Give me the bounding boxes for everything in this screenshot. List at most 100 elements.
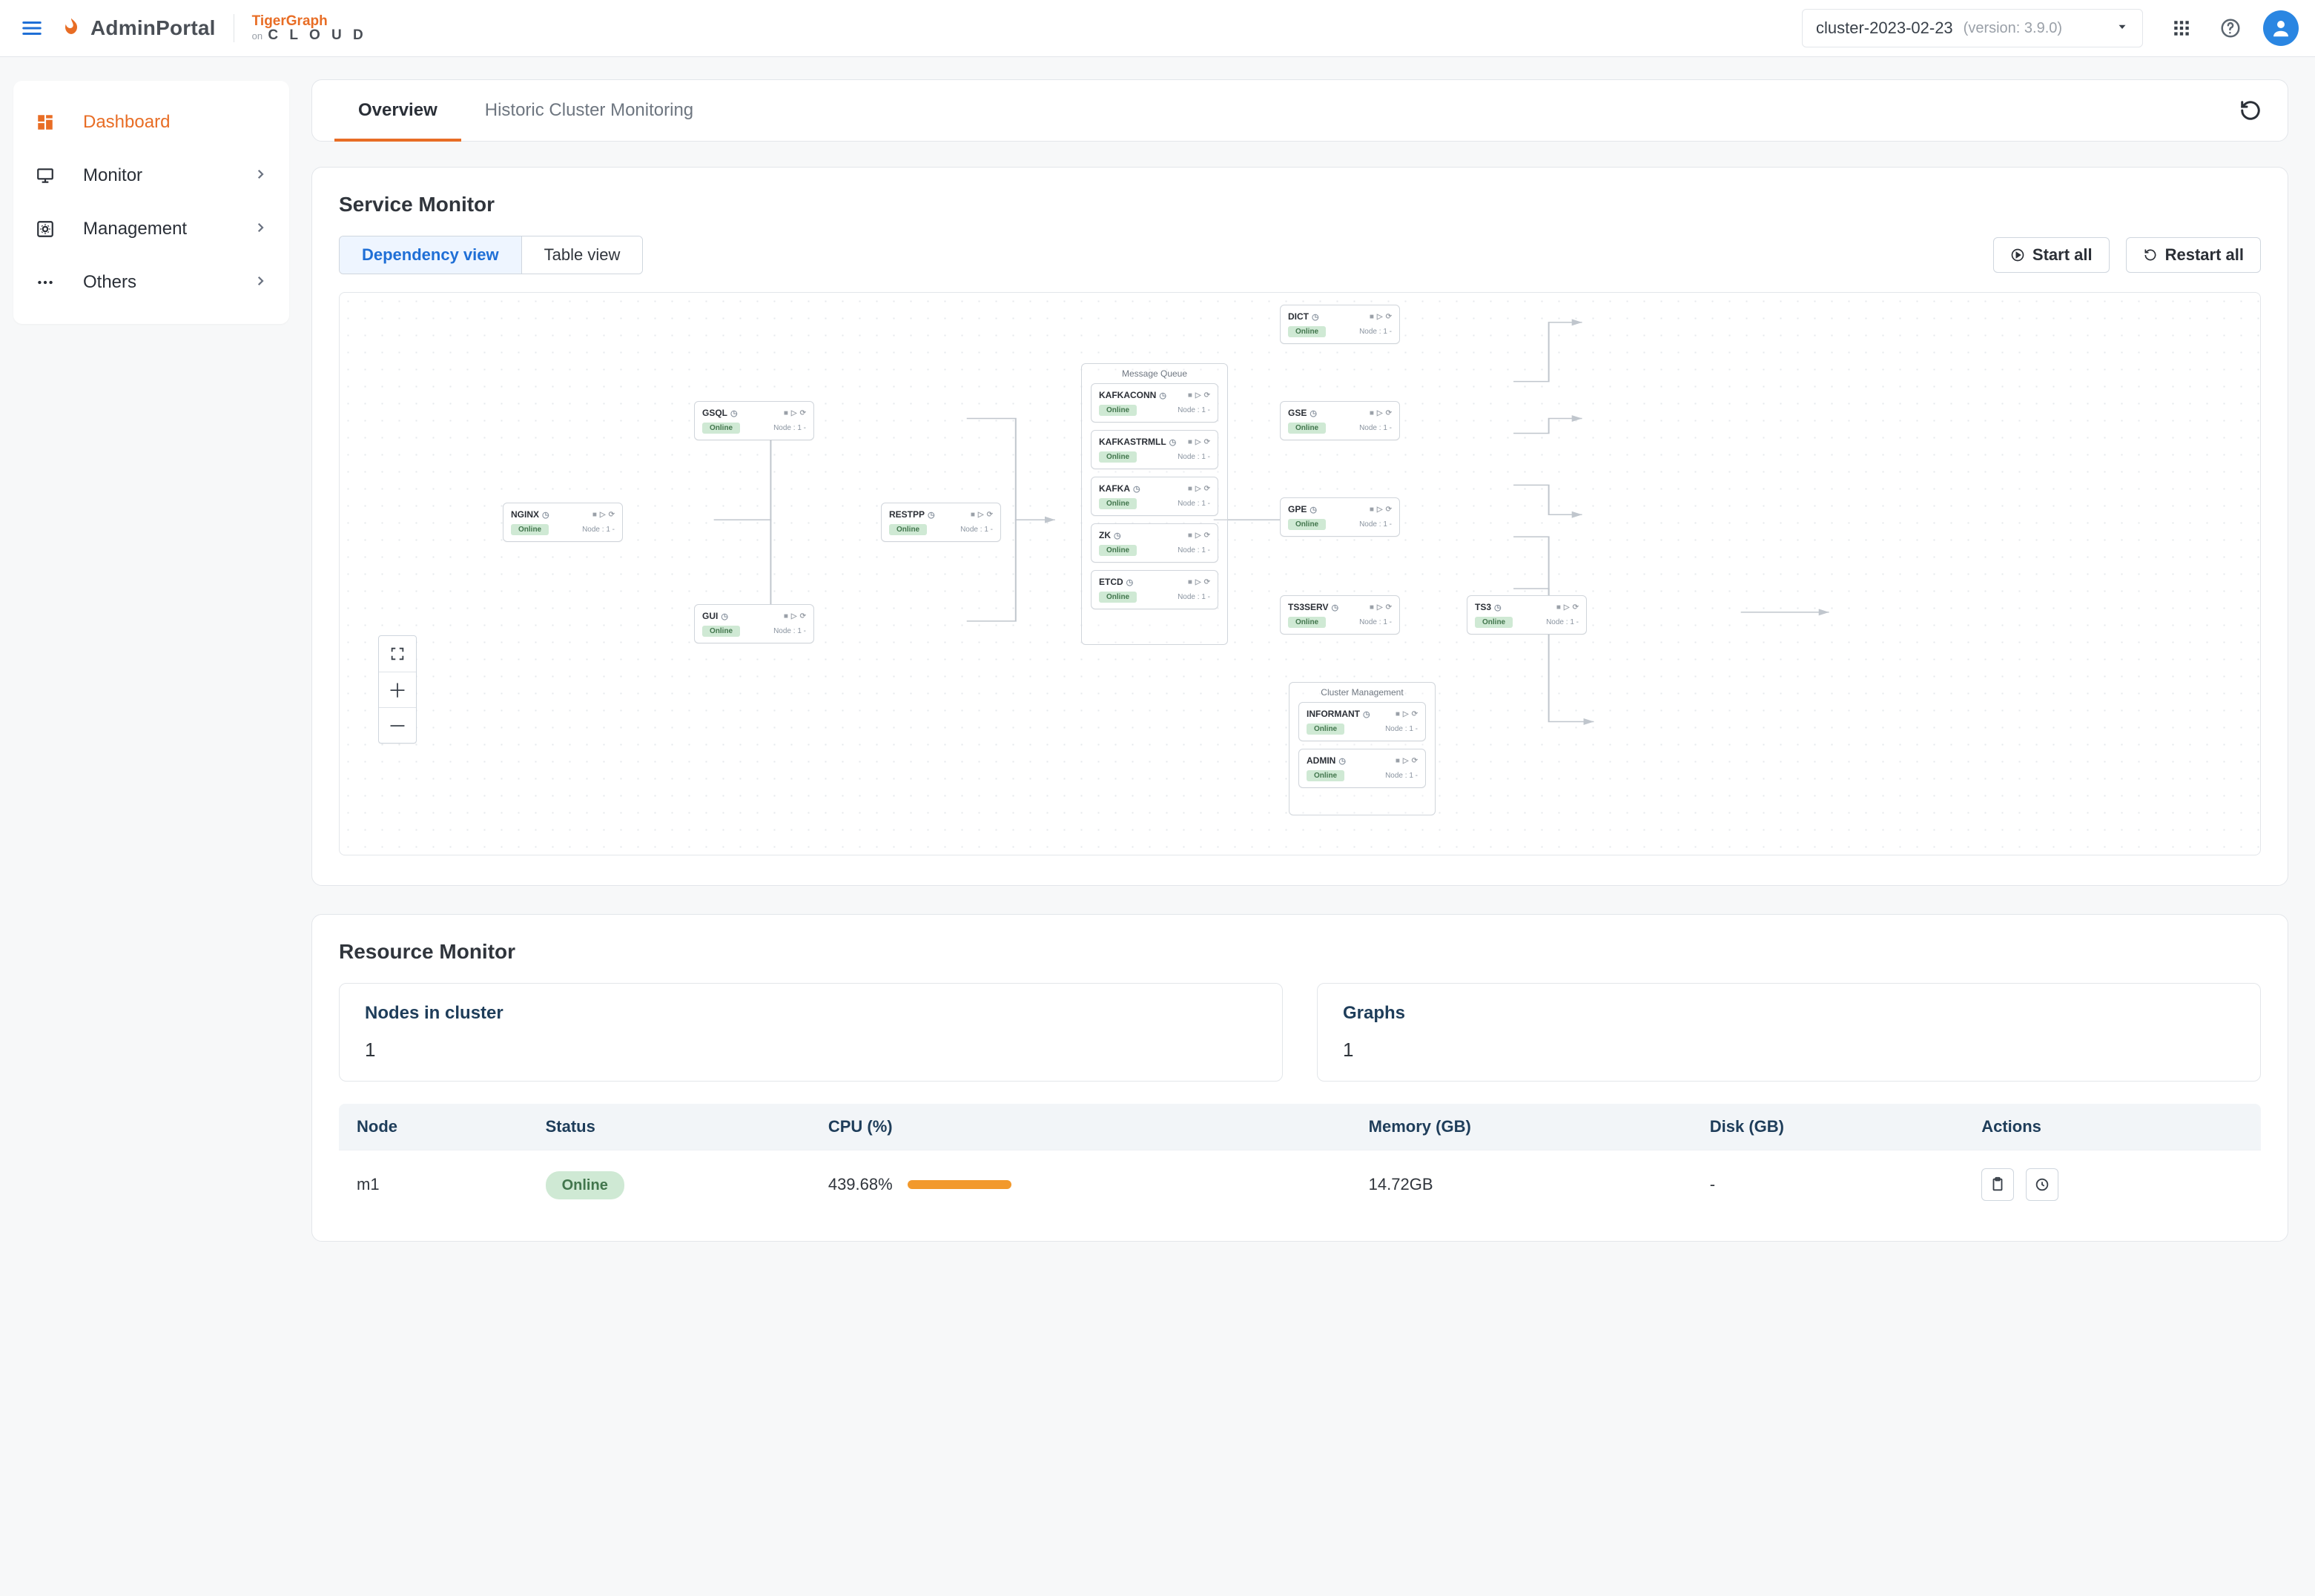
help-icon <box>2219 17 2242 39</box>
person-icon <box>2270 17 2292 39</box>
menu-toggle-button[interactable] <box>16 13 47 44</box>
nodes-count-title: Nodes in cluster <box>365 1003 1257 1024</box>
service-node-informant[interactable]: INFORMANT◷■▷⟳ OnlineNode : 1 - <box>1298 702 1426 741</box>
service-stop-icon[interactable]: ■ <box>971 511 975 519</box>
service-node-ts3[interactable]: TS3◷■▷⟳ OnlineNode : 1 - <box>1467 595 1587 635</box>
service-monitor-panel: Service Monitor Dependency view Table vi… <box>311 167 2288 886</box>
service-play-icon[interactable]: ▷ <box>791 612 797 620</box>
graphs-count-card: Graphs 1 <box>1317 983 2261 1082</box>
chevron-right-icon <box>254 219 267 239</box>
service-node-gsql[interactable]: GSQL◷■▷⟳ OnlineNode : 1 - <box>694 401 814 440</box>
nodes-count-value: 1 <box>365 1039 1257 1062</box>
service-node-zk[interactable]: ZK◷■▷⟳ OnlineNode : 1 - <box>1091 523 1218 563</box>
service-stop-icon[interactable]: ■ <box>592 511 597 519</box>
brand-mark-icon <box>59 16 83 40</box>
view-toggle-table[interactable]: Table view <box>521 236 643 274</box>
col-memory: Memory (GB) <box>1351 1104 1692 1150</box>
monitor-icon <box>36 166 62 185</box>
sidebar-item-label: Management <box>83 219 187 239</box>
nodes-count-card: Nodes in cluster 1 <box>339 983 1283 1082</box>
clock-icon <box>2034 1176 2050 1193</box>
cell-disk: - <box>1692 1150 1964 1219</box>
brand-cloud-text: TigerGraph on C L O U D <box>252 14 367 42</box>
service-restart-icon[interactable]: ⟳ <box>800 612 806 620</box>
ellipsis-icon <box>36 273 62 292</box>
service-node-kafkastrmll[interactable]: KAFKASTRMLL◷■▷⟳ OnlineNode : 1 - <box>1091 430 1218 469</box>
table-row: m1 Online 439.68% 14.72GB - <box>339 1150 2261 1219</box>
sidebar-item-management[interactable]: Management <box>13 202 289 256</box>
resource-monitor-title: Resource Monitor <box>339 940 2261 964</box>
status-badge: Online <box>546 1171 624 1199</box>
help-button[interactable] <box>2214 12 2247 44</box>
cluster-version: (version: 3.9.0) <box>1964 20 2062 37</box>
refresh-button[interactable] <box>2236 96 2265 125</box>
user-avatar-button[interactable] <box>2263 10 2299 46</box>
gear-box-icon <box>36 219 62 239</box>
restart-all-button[interactable]: Restart all <box>2126 237 2261 273</box>
play-icon <box>2010 248 2025 262</box>
service-group-cluster-management: Cluster Management INFORMANT◷■▷⟳ OnlineN… <box>1289 682 1436 815</box>
service-node-ts3serv[interactable]: TS3SERV◷■▷⟳ OnlineNode : 1 - <box>1280 595 1400 635</box>
dependency-canvas[interactable]: NGINX◷■▷⟳ OnlineNode : 1 - GSQL◷■▷⟳ Onli… <box>339 292 2261 855</box>
node-action-history-button[interactable] <box>2026 1168 2058 1201</box>
col-disk: Disk (GB) <box>1692 1104 1964 1150</box>
apps-grid-button[interactable] <box>2165 12 2198 44</box>
view-toggle-dependency[interactable]: Dependency view <box>340 236 521 274</box>
clipboard-icon <box>1989 1176 2006 1193</box>
chevron-right-icon <box>254 165 267 186</box>
service-monitor-title: Service Monitor <box>339 193 2261 216</box>
graphs-count-value: 1 <box>1343 1039 2235 1062</box>
dashboard-icon <box>36 113 62 132</box>
caret-down-icon <box>2116 20 2129 37</box>
service-node-kafkaconn[interactable]: KAFKACONN◷■▷⟳ OnlineNode : 1 - <box>1091 383 1218 423</box>
service-node-dict[interactable]: DICT◷■▷⟳ OnlineNode : 1 - <box>1280 305 1400 344</box>
service-node-admin[interactable]: ADMIN◷■▷⟳ OnlineNode : 1 - <box>1298 749 1426 788</box>
fullscreen-icon <box>389 646 406 662</box>
sidebar-item-others[interactable]: Others <box>13 256 289 309</box>
hamburger-icon <box>21 17 43 39</box>
restart-icon <box>2143 248 2158 262</box>
service-restart-icon[interactable]: ⟳ <box>609 511 615 519</box>
cpu-bar <box>908 1180 1011 1189</box>
zoom-fit-button[interactable] <box>379 636 416 672</box>
col-node: Node <box>339 1104 528 1150</box>
service-play-icon[interactable]: ▷ <box>600 511 606 519</box>
chevron-right-icon <box>254 272 267 293</box>
service-restart-icon[interactable]: ⟳ <box>800 409 806 417</box>
apps-grid-icon <box>2172 19 2191 38</box>
start-all-button[interactable]: Start all <box>1993 237 2110 273</box>
service-node-gpe[interactable]: GPE◷■▷⟳ OnlineNode : 1 - <box>1280 497 1400 537</box>
col-actions: Actions <box>1964 1104 2261 1150</box>
cell-node: m1 <box>339 1150 528 1219</box>
sidebar-item-monitor[interactable]: Monitor <box>13 149 289 202</box>
service-stop-icon[interactable]: ■ <box>784 612 788 620</box>
service-node-restpp[interactable]: RESTPP◷■▷⟳ OnlineNode : 1 - <box>881 503 1001 542</box>
tab-bar: Overview Historic Cluster Monitoring <box>311 79 2288 142</box>
cluster-select-dropdown[interactable]: cluster-2023-02-23 (version: 3.9.0) <box>1802 9 2143 47</box>
resource-monitor-panel: Resource Monitor Nodes in cluster 1 Grap… <box>311 914 2288 1242</box>
zoom-in-button[interactable]: ＋ <box>379 672 416 707</box>
node-action-logs-button[interactable] <box>1981 1168 2014 1201</box>
service-node-etcd[interactable]: ETCD◷■▷⟳ OnlineNode : 1 - <box>1091 570 1218 609</box>
service-node-kafka[interactable]: KAFKA◷■▷⟳ OnlineNode : 1 - <box>1091 477 1218 516</box>
clock-icon: ◷ <box>542 510 549 520</box>
cluster-name: cluster-2023-02-23 <box>1816 19 1953 38</box>
zoom-controls: ＋ － <box>378 635 417 744</box>
sidebar-item-dashboard[interactable]: Dashboard <box>13 96 289 149</box>
service-node-gui[interactable]: GUI◷■▷⟳ OnlineNode : 1 - <box>694 604 814 643</box>
cell-cpu-value: 439.68% <box>828 1175 893 1194</box>
sidebar-item-label: Others <box>83 272 136 293</box>
col-cpu: CPU (%) <box>810 1104 1351 1150</box>
service-play-icon[interactable]: ▷ <box>978 511 984 519</box>
tab-overview[interactable]: Overview <box>334 80 461 141</box>
service-node-nginx[interactable]: NGINX◷■▷⟳ OnlineNode : 1 - <box>503 503 623 542</box>
sidebar: Dashboard Monitor Management <box>0 57 289 1596</box>
zoom-out-button[interactable]: － <box>379 707 416 743</box>
tab-historic-monitoring[interactable]: Historic Cluster Monitoring <box>461 80 717 141</box>
service-stop-icon[interactable]: ■ <box>784 409 788 417</box>
service-play-icon[interactable]: ▷ <box>791 409 797 417</box>
cell-memory: 14.72GB <box>1351 1150 1692 1219</box>
service-restart-icon[interactable]: ⟳ <box>987 511 993 519</box>
sidebar-item-label: Monitor <box>83 165 142 186</box>
service-node-gse[interactable]: GSE◷■▷⟳ OnlineNode : 1 - <box>1280 401 1400 440</box>
